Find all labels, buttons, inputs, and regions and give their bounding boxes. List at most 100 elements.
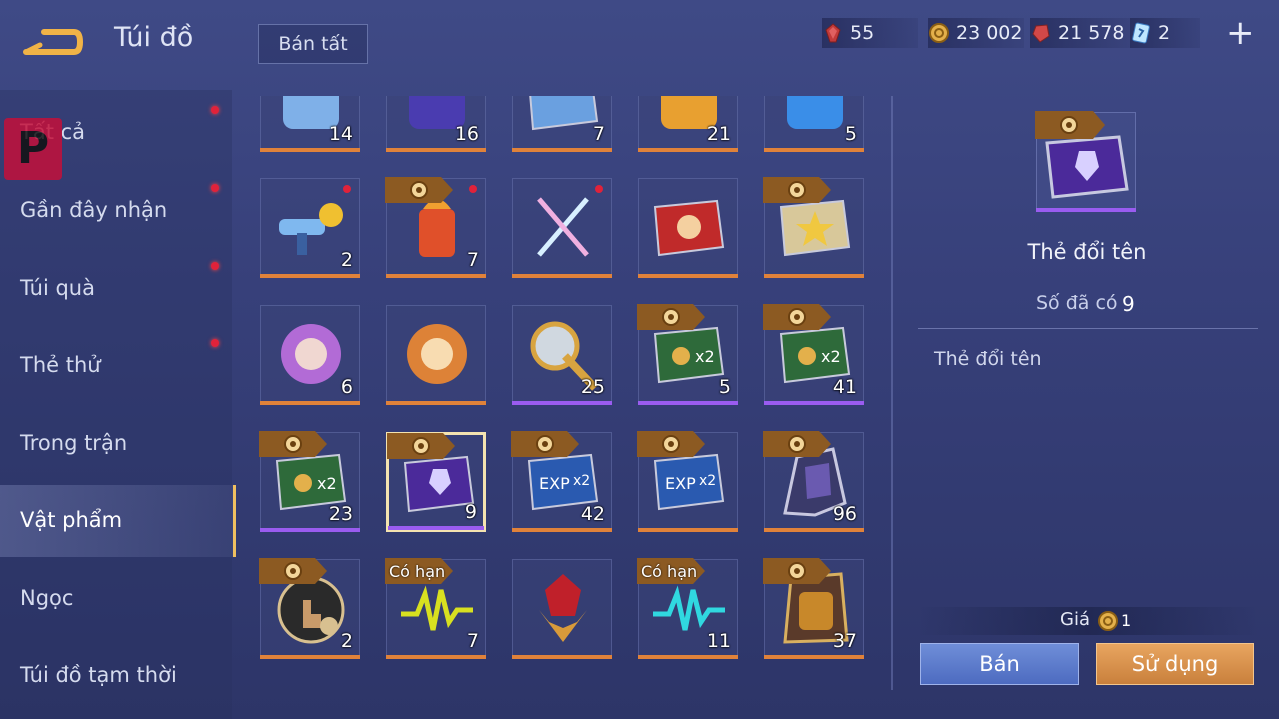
orange-orb-icon — [407, 324, 467, 384]
sell-all-button[interactable]: Bán tất — [258, 24, 368, 64]
sidebar-item-trial-cards[interactable]: Thẻ thử — [20, 353, 101, 377]
inventory-slot[interactable]: 6 — [260, 305, 360, 405]
inventory-slot[interactable] — [763, 177, 864, 278]
inventory-slot[interactable]: 16 — [386, 96, 486, 152]
svg-text:x2: x2 — [821, 347, 841, 366]
inventory-slot[interactable]: EXP x2 — [637, 431, 738, 532]
currency-red-crystal: 21 578 — [1030, 18, 1130, 48]
ruby-gem-icon — [539, 574, 587, 642]
rarity-bar — [260, 148, 360, 152]
inventory-slot[interactable]: 14 — [260, 96, 360, 152]
inventory-slot[interactable]: 2 — [260, 178, 360, 278]
inventory-slot[interactable]: EXP x2 42 — [511, 431, 612, 532]
inventory-slot[interactable]: 7 — [512, 96, 612, 152]
inventory-slot[interactable]: 2 — [259, 558, 360, 659]
coin-tag-icon — [387, 433, 455, 459]
coin-tag-icon — [259, 558, 327, 584]
currency-value: 21 578 — [1058, 22, 1125, 44]
item-quantity: 42 — [580, 503, 605, 525]
back-arrow-icon[interactable] — [22, 24, 84, 58]
inventory-slot[interactable] — [512, 559, 612, 659]
inventory-slot[interactable]: 96 — [763, 431, 864, 532]
inventory-slot[interactable] — [512, 178, 612, 278]
notification-dot — [211, 262, 219, 270]
rarity-bar — [764, 148, 864, 152]
rarity-bar — [512, 655, 612, 659]
inventory-slot[interactable]: 21 — [638, 96, 738, 152]
currency-blue-voucher: 2 — [1130, 18, 1200, 48]
coin-tag-icon — [763, 558, 831, 584]
notification-dot — [211, 106, 219, 114]
rarity-bar — [260, 655, 360, 659]
item-quantity: 16 — [454, 123, 479, 145]
currency-gold-coin: 23 002 — [928, 18, 1024, 48]
inventory-slot[interactable]: Có hạn 11 — [637, 558, 738, 659]
coin-tag-icon — [763, 304, 831, 330]
svg-text:x2: x2 — [317, 474, 337, 493]
item-quantity: 23 — [328, 503, 353, 525]
gold-coin-icon — [1098, 611, 1118, 631]
inventory-slot[interactable]: Có hạn 7 — [385, 558, 486, 659]
item-quantity: 2 — [340, 249, 353, 271]
inventory-slot[interactable]: x2 23 — [259, 431, 360, 532]
inventory-slot[interactable]: x2 41 — [763, 304, 864, 405]
coin-tag-icon — [385, 177, 453, 203]
detail-description: Thẻ đổi tên — [934, 348, 1042, 370]
notification-dot — [343, 185, 351, 193]
sidebar-item-gems[interactable]: Ngọc — [20, 586, 73, 610]
rarity-bar — [638, 148, 738, 152]
item-quantity: 7 — [592, 123, 605, 145]
inventory-slot[interactable] — [638, 178, 738, 278]
item-quantity: 9 — [464, 501, 477, 523]
add-currency-button[interactable]: + — [1226, 16, 1255, 50]
purple-orb-icon — [281, 324, 341, 384]
inventory-slot[interactable]: x2 5 — [637, 304, 738, 405]
svg-text:EXP: EXP — [539, 474, 570, 493]
use-button[interactable]: Sử dụng — [1096, 643, 1254, 685]
blue-voucher-icon — [1132, 22, 1150, 44]
rename-card-icon — [1045, 135, 1129, 199]
notification-dot — [211, 339, 219, 347]
hero-card-partial-icon — [529, 96, 599, 131]
currency-red-gem: 55 — [822, 18, 918, 48]
inventory-slot[interactable]: 37 — [763, 558, 864, 659]
rarity-bar — [386, 274, 486, 278]
price-value: 1 — [1121, 611, 1132, 630]
svg-text:x2: x2 — [573, 473, 590, 489]
rarity-bar — [638, 655, 738, 659]
rarity-bar — [260, 528, 360, 532]
svg-text:x2: x2 — [695, 347, 715, 366]
item-quantity: 96 — [832, 503, 857, 525]
detail-item-name: Thẻ đổi tên — [1027, 240, 1147, 264]
page-title: Túi đồ — [114, 22, 194, 53]
item-quantity: 2 — [340, 630, 353, 652]
sidebar-item-gift-bag[interactable]: Túi quà — [20, 276, 95, 300]
item-quantity: 7 — [466, 630, 479, 652]
coin-tag-icon — [763, 431, 831, 457]
crossed-swords-icon — [537, 197, 589, 257]
item-quantity: 5 — [844, 123, 857, 145]
item-quantity: 14 — [328, 123, 353, 145]
sidebar-item-recent[interactable]: Gần đây nhận — [20, 198, 167, 222]
watermark-logo: P — [4, 118, 62, 180]
inventory-slot[interactable]: 25 — [512, 305, 612, 405]
sidebar-item-in-match[interactable]: Trong trận — [20, 431, 127, 455]
rarity-bar — [512, 528, 612, 532]
coin-tag-icon — [637, 304, 705, 330]
inventory-slot[interactable]: 7 — [385, 177, 486, 278]
panel-divider — [891, 96, 893, 690]
price-label: Giá — [1060, 609, 1090, 630]
rarity-bar — [512, 401, 612, 405]
currency-value: 23 002 — [956, 22, 1023, 44]
item-quantity: 11 — [706, 630, 731, 652]
coin-tag-icon — [511, 431, 579, 457]
sell-button[interactable]: Bán — [920, 643, 1079, 685]
sidebar-item-temp-bag[interactable]: Túi đồ tạm thời — [20, 663, 177, 687]
currency-value: 55 — [850, 22, 875, 44]
inventory-slot[interactable] — [386, 305, 486, 405]
inventory-slot[interactable]: 5 — [764, 96, 864, 152]
rarity-bar — [388, 526, 484, 530]
sidebar-item-items[interactable]: Vật phẩm — [20, 508, 122, 532]
item-quantity: 41 — [832, 376, 857, 398]
inventory-slot[interactable]: 9 — [386, 432, 486, 532]
